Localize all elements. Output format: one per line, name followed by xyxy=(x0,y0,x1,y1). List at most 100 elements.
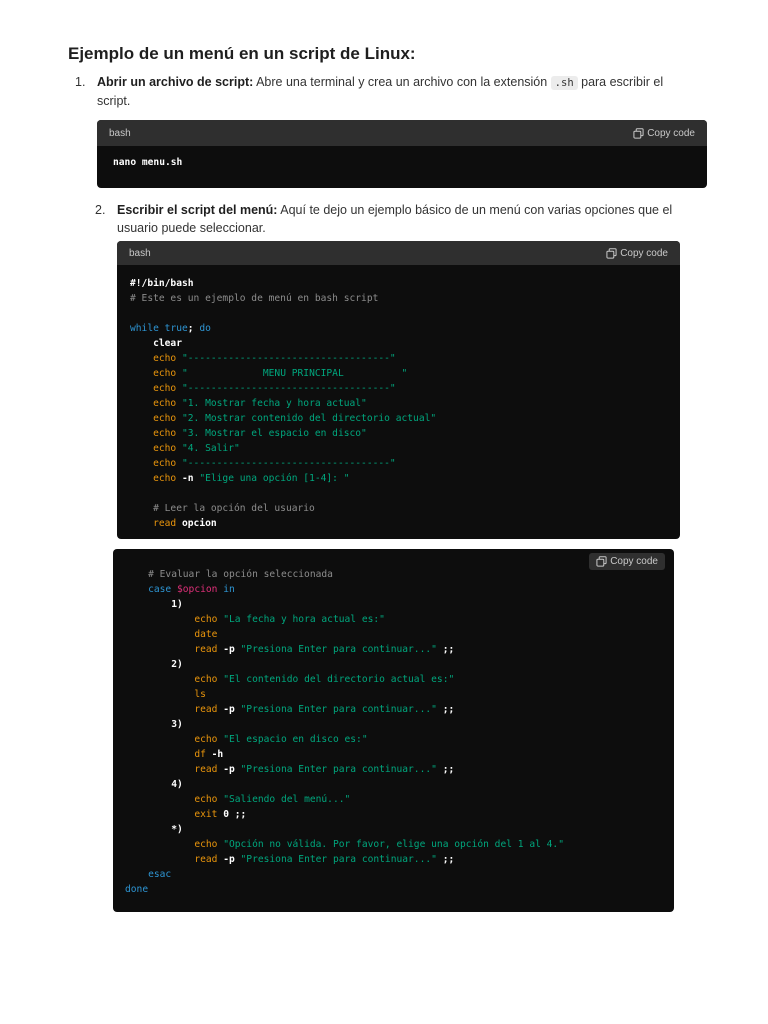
code-token: ls xyxy=(194,689,206,700)
code-token: "4. Salir" xyxy=(182,443,240,454)
copy-code-label: Copy code xyxy=(620,247,668,259)
code-token: esac xyxy=(148,869,172,880)
code-token: "Elige una opción [1-4]: " xyxy=(199,473,350,484)
code-language-label: bash xyxy=(129,247,151,259)
copy-code-button[interactable]: Copy code xyxy=(633,128,695,139)
copy-code-button[interactable]: Copy code xyxy=(589,553,665,570)
code-header: bash Copy code xyxy=(97,120,707,146)
code-token: "La fecha y hora actual es:" xyxy=(223,614,385,625)
copy-code-label: Copy code xyxy=(647,127,695,139)
step-number: 1. xyxy=(75,75,86,89)
code-token: ;; xyxy=(436,854,455,865)
code-token: "Presiona Enter para continuar..." xyxy=(240,704,437,715)
copy-icon xyxy=(596,556,607,567)
code-token: echo xyxy=(153,428,177,439)
code-token: "El espacio en disco es:" xyxy=(223,734,368,745)
code-token: echo xyxy=(153,458,177,469)
step-title: Abrir un archivo de script: xyxy=(97,75,254,89)
code-token: "El contenido del directorio actual es:" xyxy=(223,674,455,685)
step-number: 2. xyxy=(95,203,106,217)
code-token: ;; xyxy=(436,704,455,715)
code-content: # Evaluar la opción seleccionada case $o… xyxy=(113,549,674,897)
code-token: ;; xyxy=(436,644,455,655)
copy-icon xyxy=(606,247,617,259)
code-token: read xyxy=(194,704,218,715)
code-token: "Saliendo del menú..." xyxy=(223,794,351,805)
code-token: echo xyxy=(153,443,177,454)
code-token: "Opción no válida. Por favor, elige una … xyxy=(223,839,564,850)
code-token: -p xyxy=(217,764,235,775)
code-token: df xyxy=(194,749,206,760)
code-token: echo xyxy=(194,734,218,745)
code-block-1: bash Copy code nano menu.sh xyxy=(97,120,707,188)
copy-code-label: Copy code xyxy=(610,556,658,567)
code-language-label: bash xyxy=(109,127,131,139)
code-token: echo xyxy=(153,368,177,379)
code-token: "-----------------------------------" xyxy=(182,383,396,394)
code-token: true xyxy=(158,323,188,334)
code-token: # Evaluar la opción seleccionada xyxy=(148,569,333,580)
code-block-3: Copy code # Evaluar la opción selecciona… xyxy=(113,549,674,912)
code-token: 4) xyxy=(171,779,183,790)
code-token: in xyxy=(217,584,235,595)
code-token: " MENU PRINCIPAL " xyxy=(182,368,408,379)
code-token: echo xyxy=(153,473,177,484)
code-token: "Presiona Enter para continuar..." xyxy=(240,644,437,655)
code-token: -h xyxy=(205,749,224,760)
copy-code-button[interactable]: Copy code xyxy=(606,248,668,259)
code-token: echo xyxy=(153,413,177,424)
code-token: echo xyxy=(194,839,218,850)
page-heading: Ejemplo de un menú en un script de Linux… xyxy=(68,44,416,63)
step-title: Escribir el script del menú: xyxy=(117,203,278,217)
code-token: "3. Mostrar el espacio en disco" xyxy=(182,428,367,439)
code-token: opcion xyxy=(176,518,217,529)
code-token: read xyxy=(194,644,218,655)
code-token: "Presiona Enter para continuar..." xyxy=(240,764,437,775)
copy-icon xyxy=(633,127,644,139)
code-token: ;; xyxy=(228,809,247,820)
step-2: 2. Escribir el script del menú: Aquí te … xyxy=(95,201,687,237)
code-token: # Leer la opción del usuario xyxy=(153,503,315,514)
code-token: echo xyxy=(194,794,218,805)
code-header: bash Copy code xyxy=(117,241,680,265)
code-token: #!/bin/bash xyxy=(130,278,194,289)
code-token: ;; xyxy=(436,764,455,775)
code-token: "-----------------------------------" xyxy=(182,353,396,364)
code-token: -n xyxy=(176,473,194,484)
code-text: nano menu.sh xyxy=(113,157,183,168)
code-token: -p xyxy=(217,644,235,655)
code-token: $opcion xyxy=(171,584,218,595)
step-text: Abre una terminal y crea un archivo con … xyxy=(253,75,551,89)
code-token: "1. Mostrar fecha y hora actual" xyxy=(182,398,367,409)
step-1: 1. Abrir un archivo de script: Abre una … xyxy=(75,73,677,110)
code-content: nano menu.sh xyxy=(97,146,707,170)
code-token: read xyxy=(194,764,218,775)
code-token: "Presiona Enter para continuar..." xyxy=(240,854,437,865)
code-token: while xyxy=(130,323,159,334)
code-token: "2. Mostrar contenido del directorio act… xyxy=(182,413,437,424)
code-token: echo xyxy=(194,614,218,625)
code-block-2: bash Copy code #!/bin/bash # Este es un … xyxy=(117,241,680,539)
code-token: case xyxy=(148,584,172,595)
code-token: echo xyxy=(153,398,177,409)
code-token: exit xyxy=(194,809,218,820)
code-token: # Este es un ejemplo de menú en bash scr… xyxy=(130,293,379,304)
code-token: echo xyxy=(194,674,218,685)
code-token: echo xyxy=(153,353,177,364)
code-token: done xyxy=(125,884,149,895)
code-token: "-----------------------------------" xyxy=(182,458,396,469)
code-token: do xyxy=(193,323,211,334)
code-token: read xyxy=(194,854,218,865)
code-token: read xyxy=(153,518,177,529)
code-token: *) xyxy=(171,824,183,835)
code-token: -p xyxy=(217,854,235,865)
code-token: clear xyxy=(153,338,182,349)
code-token: date xyxy=(194,629,218,640)
inline-code: .sh xyxy=(550,76,578,90)
code-token: 3) xyxy=(171,719,183,730)
code-token: -p xyxy=(217,704,235,715)
code-token: 0 xyxy=(217,809,229,820)
code-token: 2) xyxy=(171,659,183,670)
code-token: 1) xyxy=(171,599,183,610)
code-token: echo xyxy=(153,383,177,394)
